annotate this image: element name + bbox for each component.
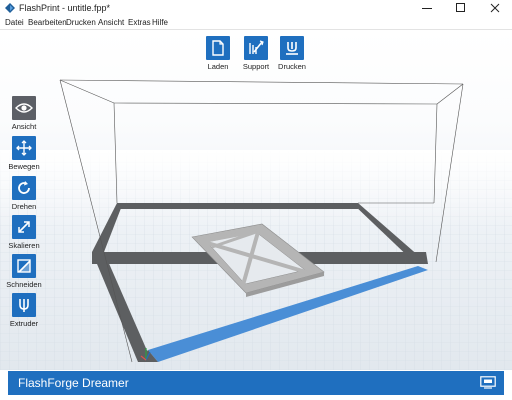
connect-printer-icon[interactable] bbox=[480, 376, 496, 389]
scale-button[interactable] bbox=[12, 215, 36, 239]
build-volume-scene bbox=[0, 79, 512, 370]
file-open-icon bbox=[212, 40, 224, 56]
load-button[interactable] bbox=[206, 36, 230, 60]
window-title: FlashPrint - untitle.fpp* bbox=[19, 3, 111, 13]
rotate-button[interactable] bbox=[12, 176, 36, 200]
close-button[interactable] bbox=[478, 0, 512, 16]
toolbar-support[interactable]: Support bbox=[236, 36, 276, 71]
support-icon bbox=[249, 40, 264, 54]
view-button[interactable] bbox=[12, 96, 36, 120]
extruder-button[interactable] bbox=[12, 293, 36, 317]
cut-label: Schneiden bbox=[6, 280, 42, 289]
scale-label: Skalieren bbox=[8, 241, 40, 250]
menu-drucken[interactable]: Drucken bbox=[66, 17, 96, 28]
cut-button[interactable] bbox=[12, 254, 36, 278]
toolbar-load[interactable]: Laden bbox=[198, 36, 238, 71]
maximize-button[interactable] bbox=[444, 0, 478, 16]
menu-ansicht[interactable]: Ansicht bbox=[98, 17, 124, 28]
scale-icon bbox=[18, 221, 30, 233]
extruder-label: Extruder bbox=[9, 319, 39, 328]
title-bar: FlashPrint - untitle.fpp* bbox=[0, 0, 512, 16]
menu-datei[interactable]: Datei bbox=[5, 17, 24, 28]
status-bar: FlashForge Dreamer bbox=[8, 371, 504, 395]
move-icon bbox=[16, 140, 32, 156]
print-button[interactable] bbox=[280, 36, 304, 60]
maximize-icon bbox=[456, 3, 465, 12]
menu-bearbeiten[interactable]: Bearbeiten bbox=[28, 17, 67, 28]
tool-move[interactable]: Bewegen bbox=[4, 136, 44, 171]
extruder-icon bbox=[19, 299, 29, 312]
flashprint-logo-icon bbox=[5, 3, 15, 13]
menu-hilfe[interactable]: Hilfe bbox=[152, 17, 168, 28]
minimize-icon bbox=[422, 8, 432, 9]
toolbar-print[interactable]: Drucken bbox=[272, 36, 312, 71]
view-label: Ansicht bbox=[11, 122, 37, 131]
tool-extruder[interactable]: Extruder bbox=[4, 293, 44, 328]
support-label: Support bbox=[242, 62, 270, 71]
rotate-icon bbox=[18, 181, 30, 194]
minimize-button[interactable] bbox=[410, 0, 444, 16]
move-button[interactable] bbox=[12, 136, 36, 160]
tool-view[interactable]: Ansicht bbox=[4, 96, 44, 131]
menu-extras[interactable]: Extras bbox=[128, 17, 151, 28]
move-label: Bewegen bbox=[8, 162, 40, 171]
eye-icon bbox=[15, 103, 33, 113]
menu-bar: Datei Bearbeiten Drucken Ansicht Extras … bbox=[0, 16, 512, 30]
printer-name: FlashForge Dreamer bbox=[18, 376, 129, 390]
build-plate-viewport[interactable]: Laden Support Drucken Ansicht Bewegen Dr… bbox=[0, 30, 512, 370]
print-label: Drucken bbox=[278, 62, 306, 71]
print-icon bbox=[286, 42, 298, 55]
support-button[interactable] bbox=[244, 36, 268, 60]
tool-scale[interactable]: Skalieren bbox=[4, 215, 44, 250]
cut-icon bbox=[17, 259, 31, 273]
rotate-label: Drehen bbox=[11, 202, 37, 211]
close-icon bbox=[490, 3, 500, 13]
tool-rotate[interactable]: Drehen bbox=[4, 176, 44, 211]
load-label: Laden bbox=[207, 62, 229, 71]
tool-cut[interactable]: Schneiden bbox=[4, 254, 44, 289]
